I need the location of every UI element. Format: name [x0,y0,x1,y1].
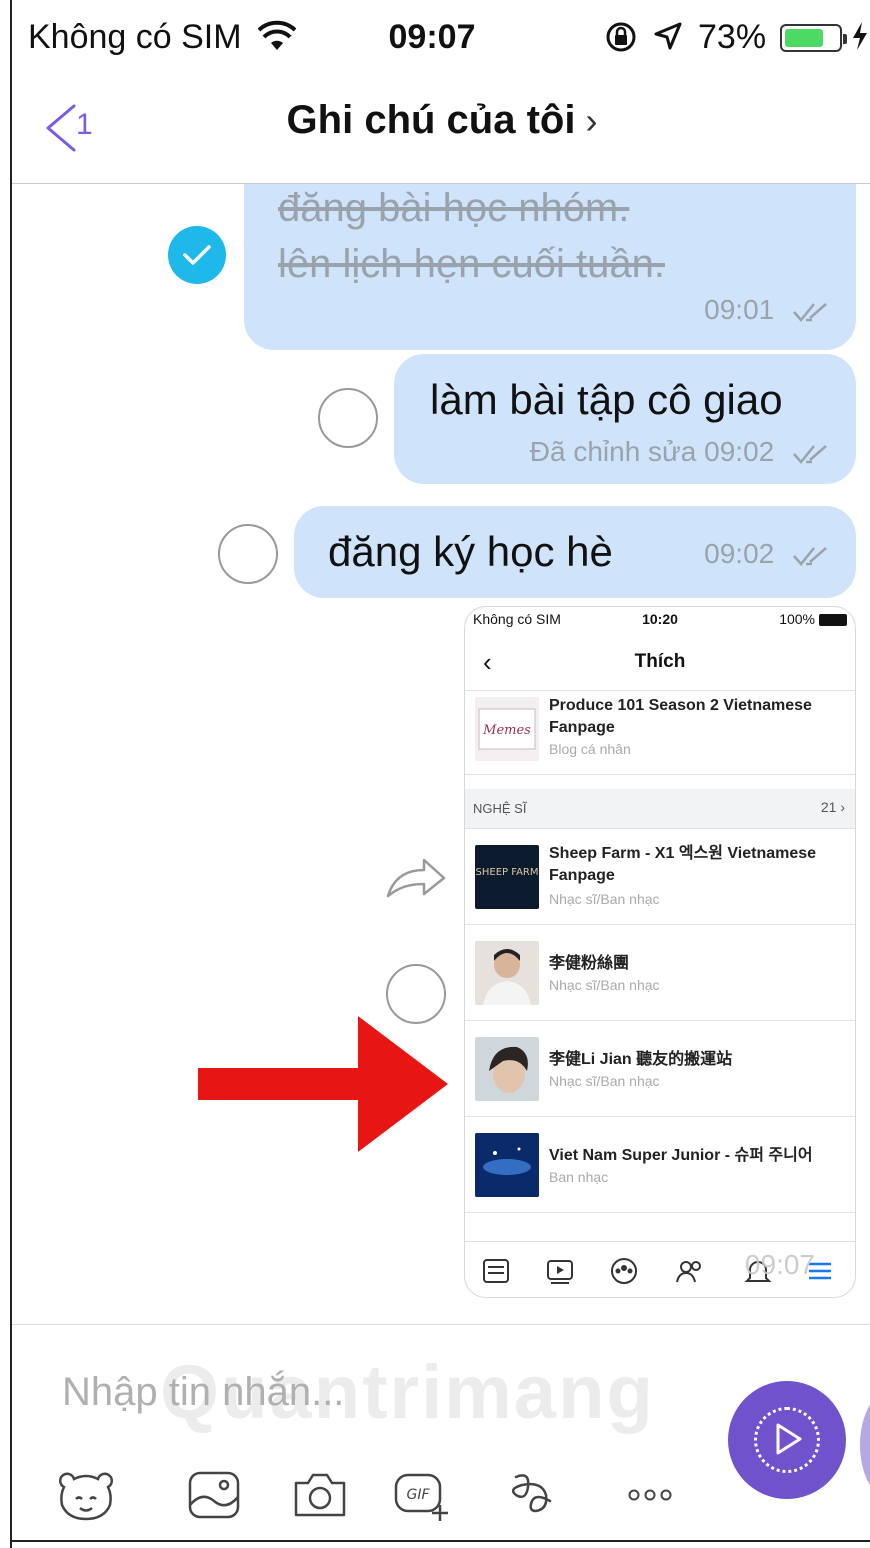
memes-logo-icon: Memes [478,708,536,750]
page-name: Sheep Farm - X1 엑스원 Vietnamese Fanpage [549,845,817,884]
message-time: 09:02 [704,436,775,467]
page-category: Nhạc sĩ/Ban nhạc [549,1073,660,1089]
page-name: 李健粉絲團 [549,955,630,972]
section-label: NGHỆ SĨ [473,801,527,816]
sticker-icon[interactable] [54,1467,118,1523]
chat-area[interactable]: đăng bài học nhóm. lên lịch hẹn cuối tuầ… [12,184,870,1324]
task-checkbox-done[interactable] [168,226,226,284]
page-category: Nhạc sĩ/Ban nhạc [549,891,660,907]
message-composer: Quantrimang GIF [12,1324,870,1540]
chat-title[interactable]: Ghi chú của tôi › [12,98,870,143]
message-text-line: đăng bài học nhóm. [278,186,630,230]
shared-screenshot-image[interactable]: Không có SIM 10:20 100% ‹ Thích Memes Pr… [464,606,856,1298]
title-chevron: › [585,100,598,141]
svg-text:GIF: GIF [406,1487,430,1503]
message-meta: 09:01 [704,294,832,326]
message-time: 09:02 [704,538,775,569]
message-text: làm bài tập cô giao [430,376,783,423]
navigation-bar: 1 Ghi chú của tôi › [12,72,870,184]
page-category: Blog cá nhân [549,741,631,757]
message-time: 09:07 [744,1249,815,1280]
battery-icon [780,24,847,52]
person-photo-icon [483,949,531,1005]
message-meta: 09:02 [704,538,832,570]
message-bubble[interactable]: làm bài tập cô giao Đã chỉnh sửa 09:02 [394,354,856,484]
double-check-icon [793,444,827,464]
list-item: 李健Li Jian 聽友的搬運站 Nhạc sĩ/Ban nhạc [465,1021,855,1117]
section-header: NGHỆ SĨ 21 › [465,789,855,829]
list-item: Memes Produce 101 Season 2 Vietnamese Fa… [465,691,855,775]
section-count: 21 › [820,799,845,815]
edited-label: Đã chỉnh sửa [529,436,697,467]
list-item: SHEEP FARM Sheep Farm - X1 엑스원 Vietnames… [465,829,855,925]
record-video-button[interactable] [728,1381,846,1499]
screenshot-title: Thích [634,651,686,672]
battery-percent: 73% [698,18,767,56]
svg-text:Memes: Memes [482,723,531,738]
message-bubble[interactable]: đăng bài học nhóm. lên lịch hẹn cuối tuầ… [244,184,856,350]
message-input[interactable] [62,1367,682,1417]
groups-icon [611,1258,637,1284]
svg-text:SHEEP FARM: SHEEP FARM [476,867,539,878]
video-icon [547,1260,573,1284]
page-thumbnail [475,1133,539,1197]
chat-title-text: Ghi chú của tôi [286,98,576,142]
screenshot-header: ‹ Thích [465,633,855,691]
phone-frame: Không có SIM 09:07 73% 1 Ghi chú của tôi… [10,0,870,1548]
doodle-icon[interactable] [502,1467,566,1523]
frame-border [12,1540,870,1542]
page-category: Nhạc sĩ/Ban nhạc [549,977,660,993]
artist-photo [475,941,539,1005]
gif-icon[interactable]: GIF [390,1467,454,1523]
double-check-icon [793,302,827,322]
page-name: 李健Li Jian 聽友的搬運站 [549,1051,733,1068]
feed-icon [483,1259,509,1283]
play-icon [776,1423,802,1455]
list-item: 李健粉絲團 Nhạc sĩ/Ban nhạc [465,925,855,1021]
page-name: Viet Nam Super Junior - 슈퍼 주니어 [549,1147,813,1164]
page-thumbnail: Memes [475,697,539,761]
location-arrow-icon [654,22,682,50]
message-text: đăng ký học hè [328,528,613,575]
red-annotation-arrow [198,1016,448,1152]
status-bar: Không có SIM 09:07 73% [12,0,870,72]
sheep-farm-logo-icon: SHEEP FARM [476,867,539,878]
checkmark-icon [183,245,211,265]
page-name: Produce 101 Season 2 Vietnamese Fanpage [549,697,812,736]
screenshot-tab-bar: 09:07 [465,1241,855,1297]
message-text-line: lên lịch hẹn cuối tuần. [278,242,665,286]
task-checkbox[interactable] [218,524,278,584]
double-check-icon [793,546,827,566]
screenshot-battery: 100% [779,611,815,627]
page-category: Ban nhạc [549,1169,609,1185]
rotation-lock-icon [606,22,636,52]
list-item: Viet Nam Super Junior - 슈퍼 주니어 Ban nhạc [465,1117,855,1213]
screenshot-status-bar: Không có SIM 10:20 100% [465,607,855,633]
task-checkbox[interactable] [318,388,378,448]
camera-icon[interactable] [288,1467,352,1523]
gallery-icon[interactable] [182,1467,246,1523]
send-button-peek[interactable] [860,1391,870,1499]
battery-icon [819,614,847,626]
friends-icon [676,1261,701,1283]
super-junior-logo-icon [475,1133,539,1197]
task-checkbox[interactable] [386,964,446,1024]
forward-icon[interactable] [384,852,448,900]
message-time: 09:01 [704,294,775,325]
page-thumbnail: SHEEP FARM [475,845,539,909]
charging-bolt-icon [853,22,867,50]
artist-photo [475,1037,539,1101]
message-bubble[interactable]: đăng ký học hè 09:02 [294,506,856,598]
person-photo-icon [489,1046,528,1093]
more-icon[interactable] [618,1467,682,1523]
message-meta: Đã chỉnh sửa 09:02 [530,436,832,468]
